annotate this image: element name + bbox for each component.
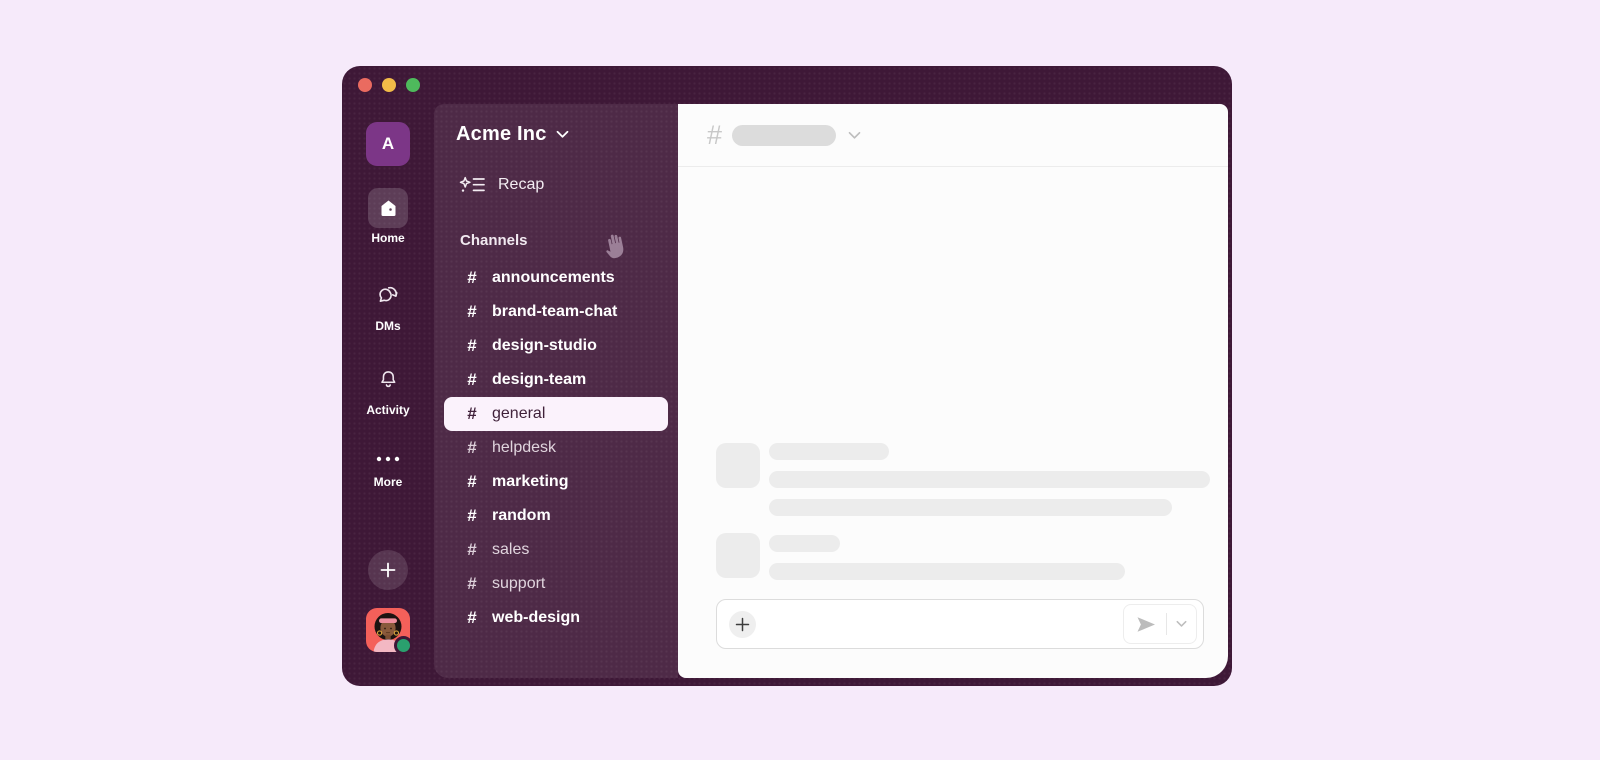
channel-item-announcements[interactable]: # announcements [444, 261, 668, 295]
channel-item-random[interactable]: # random [444, 499, 668, 533]
channel-item-marketing[interactable]: # marketing [444, 465, 668, 499]
chevron-down-icon[interactable] [848, 131, 861, 140]
channel-item-support[interactable]: # support [444, 567, 668, 601]
chevron-down-icon [556, 130, 569, 139]
channel-name: brand-team-chat [492, 303, 617, 321]
send-icon [1135, 615, 1157, 634]
ellipsis-icon [368, 446, 408, 472]
message-author-placeholder [769, 535, 840, 552]
message-text-placeholder [769, 499, 1172, 516]
channel-item-design-team[interactable]: # design-team [444, 363, 668, 397]
message-author-placeholder [769, 443, 889, 460]
channels-section-header[interactable]: Channels [460, 232, 678, 252]
channel-item-general[interactable]: # general [444, 397, 668, 431]
rail-item-label: Home [371, 231, 404, 245]
channel-name: random [492, 507, 551, 525]
channel-name: sales [492, 541, 529, 559]
workspace-switcher-avatar[interactable]: A [366, 122, 410, 166]
message-text-placeholder [769, 563, 1125, 580]
bell-icon [368, 360, 408, 400]
hash-icon: # [462, 302, 482, 322]
message-avatar-placeholder [716, 443, 760, 488]
app-window: A Home DMs A [342, 66, 1232, 686]
channel-name: general [492, 405, 545, 423]
channel-item-web-design[interactable]: # web-design [444, 601, 668, 635]
channel-name: helpdesk [492, 439, 556, 457]
hash-icon: # [462, 336, 482, 356]
hash-icon: # [462, 472, 482, 492]
channel-item-sales[interactable]: # sales [444, 533, 668, 567]
hash-icon: # [462, 574, 482, 594]
channel-name: design-studio [492, 337, 597, 355]
hash-icon: # [462, 438, 482, 458]
send-button-group [1123, 604, 1197, 644]
hash-icon: # [462, 608, 482, 628]
channel-title-placeholder [732, 125, 836, 146]
create-new-button[interactable] [368, 550, 408, 590]
hash-icon: # [462, 404, 482, 424]
sidebar-item-dms[interactable]: DMs [368, 276, 408, 333]
channel-name: support [492, 575, 545, 593]
attach-button[interactable] [729, 611, 756, 638]
channel-name: announcements [492, 269, 615, 287]
message-pane: # [678, 104, 1228, 678]
window-controls [358, 78, 420, 92]
user-menu-avatar[interactable] [366, 608, 410, 652]
hash-icon: # [462, 268, 482, 288]
channel-name: web-design [492, 609, 580, 627]
sidebar-item-more[interactable]: More [368, 446, 408, 489]
dms-icon [368, 276, 408, 316]
hand-cursor [599, 227, 635, 263]
channel-item-brand-team-chat[interactable]: # brand-team-chat [444, 295, 668, 329]
plus-icon [735, 617, 750, 632]
channel-sidebar: Acme Inc Recap Channels # announcements # b… [434, 104, 678, 678]
channel-name: marketing [492, 473, 568, 491]
hash-icon: # [462, 370, 482, 390]
send-options-button[interactable] [1176, 620, 1187, 628]
channel-header: # [678, 104, 1228, 167]
plus-icon [378, 560, 398, 580]
rail-item-label: DMs [375, 319, 400, 333]
send-button[interactable] [1135, 615, 1157, 634]
message-input[interactable] [756, 600, 1123, 648]
channel-item-design-studio[interactable]: # design-studio [444, 329, 668, 363]
workspace-rail: A Home DMs A [342, 104, 434, 686]
divider [1166, 613, 1167, 635]
workspace-name: Acme Inc [456, 123, 547, 146]
minimize-window-button[interactable] [382, 78, 396, 92]
hash-icon: # [462, 506, 482, 526]
channel-item-helpdesk[interactable]: # helpdesk [444, 431, 668, 465]
rail-item-label: More [374, 475, 403, 489]
message-text-placeholder [769, 471, 1210, 488]
sidebar-item-recap[interactable]: Recap [459, 170, 678, 200]
chevron-down-icon [1176, 620, 1187, 628]
hash-icon: # [707, 122, 722, 149]
rail-item-label: Activity [366, 403, 409, 417]
recap-label: Recap [498, 176, 544, 194]
sparkle-list-icon [459, 176, 486, 194]
workspace-menu[interactable]: Acme Inc [434, 104, 678, 146]
zoom-window-button[interactable] [406, 78, 420, 92]
channel-list: # announcements # brand-team-chat # design-st… [444, 261, 668, 635]
sidebar-item-activity[interactable]: Activity [366, 360, 409, 417]
home-icon [368, 188, 408, 228]
close-window-button[interactable] [358, 78, 372, 92]
channel-name: design-team [492, 371, 586, 389]
hash-icon: # [462, 540, 482, 560]
sidebar-item-home[interactable]: Home [368, 188, 408, 245]
message-avatar-placeholder [716, 533, 760, 578]
message-composer [716, 599, 1204, 649]
online-status-dot [394, 636, 413, 655]
